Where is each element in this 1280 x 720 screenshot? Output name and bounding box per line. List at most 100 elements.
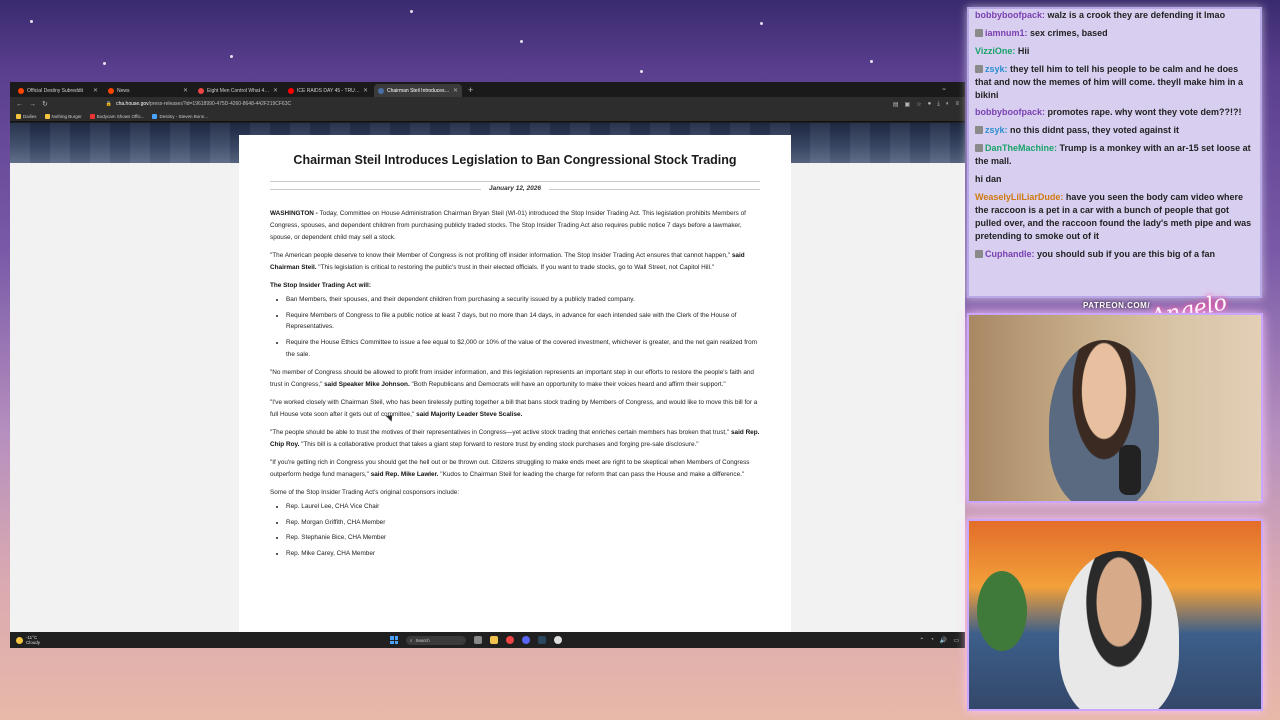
list-item: Ban Members, their spouses, and their de… (286, 294, 760, 306)
chat-username[interactable]: bobbyboofpack: (975, 107, 1045, 117)
tab-4-active[interactable]: Chairman Steil Introduces Legis✕ (374, 84, 462, 97)
chat-text: they tell him to tell his people to be c… (975, 63, 1244, 100)
chat-text: walz is a crook they are defending it lm… (1047, 10, 1226, 20)
stream-chat-panel: bobbyboofpack: walz is a crook they are … (967, 7, 1262, 298)
patreon-url: PATREON.COM/ (1083, 301, 1151, 310)
guest-person (1059, 551, 1179, 709)
chat-message: bobbyboofpack: walz is a crook they are … (975, 9, 1254, 22)
bookmark-dailies[interactable]: Dailies (16, 113, 37, 119)
list-item: Rep. Mike Carey, CHA Member (286, 548, 760, 560)
bookmarks-bar: Dailies Nothing Burger Bodycam Shows Off… (10, 111, 965, 122)
reader-icon[interactable]: ▤ (893, 101, 899, 108)
windows-start-icon[interactable] (390, 636, 398, 644)
weather-widget[interactable]: -11°C Cloudy (10, 635, 390, 645)
webcam-guest (967, 519, 1263, 711)
obs-icon[interactable] (554, 636, 562, 644)
volume-icon[interactable]: 🔊 (940, 637, 947, 644)
quote-steil: "The American people deserve to know the… (270, 251, 745, 271)
weather-icon (16, 636, 23, 644)
chevron-up-icon[interactable]: ⌃ (919, 637, 924, 644)
chat-message-list: bobbyboofpack: walz is a crook they are … (975, 9, 1254, 261)
menu-icon[interactable]: ≡ (955, 101, 959, 108)
chat-username[interactable]: zsyk: (985, 64, 1008, 74)
bookmark-star-icon[interactable]: ☆ (916, 101, 921, 108)
quote-johnson: "No member of Congress should be allowed… (270, 368, 754, 388)
quote-scalise: "I've worked closely with Chairman Steil… (270, 398, 758, 418)
house-favicon-icon (378, 87, 384, 94)
reload-icon[interactable]: ↻ (42, 100, 48, 108)
close-icon[interactable]: ✕ (363, 87, 368, 94)
chat-username[interactable]: iamnum1: (985, 28, 1028, 38)
download-icon[interactable]: ⤓ (937, 101, 940, 108)
chrome-icon[interactable] (506, 636, 514, 644)
chat-username[interactable]: WeaselyLilLiarDude: (975, 192, 1063, 202)
will-heading: The Stop Insider Trading Act will: (270, 281, 371, 289)
chat-text: sex crimes, based (1030, 27, 1108, 38)
reddit-favicon-icon (18, 87, 24, 94)
sub-badge-icon (975, 144, 983, 153)
page-icon (152, 113, 158, 119)
folder-icon (44, 113, 50, 119)
chat-text: hi dan (975, 174, 1002, 185)
extension-icon[interactable]: ● (928, 101, 932, 108)
back-arrow-icon[interactable]: ← (16, 101, 23, 108)
steam-icon[interactable] (538, 636, 546, 644)
list-item: Require Members of Congress to file a pu… (286, 310, 760, 334)
bookmark-nothing-burger[interactable]: Nothing Burger (44, 113, 82, 119)
webcam-streamer (967, 313, 1263, 503)
profile-icon[interactable]: ◐ (946, 101, 950, 108)
taskbar-search[interactable]: ⌕ Search (406, 635, 466, 645)
search-icon: ⌕ (410, 637, 413, 643)
network-icon[interactable]: ◔ (930, 637, 934, 644)
chat-message: bobbyboofpack: promotes rape. why wont t… (975, 106, 1254, 119)
screenshot-icon[interactable]: ▣ (905, 101, 911, 108)
tab-3[interactable]: ICE RAIDS DAY 45 - TRUMP TH✕ (284, 84, 372, 97)
tab-1[interactable]: News ✕ (104, 84, 192, 97)
task-view-icon[interactable] (474, 636, 482, 644)
bookmark-destiny[interactable]: Destiny - Steven Bonn... (152, 113, 208, 119)
folder-icon (16, 113, 21, 119)
microphone-icon (1119, 445, 1141, 495)
tab-0[interactable]: Official Destiny Subreddit ✕ (14, 84, 102, 97)
list-item: Rep. Morgan Griffith, CHA Member (286, 517, 760, 529)
chat-username[interactable]: zsyk: (985, 125, 1008, 135)
new-tab-icon[interactable]: + (464, 84, 477, 97)
chat-message: Cuphandle: you should sub if you are thi… (975, 248, 1254, 261)
list-item: Rep. Laurel Lee, CHA Vice Chair (286, 501, 760, 513)
discord-icon[interactable] (522, 636, 530, 644)
plant-icon (977, 571, 1027, 651)
chat-text: no this didnt pass, they voted against i… (1010, 125, 1180, 136)
page-favicon-icon (198, 87, 204, 94)
tab-2[interactable]: Eight Men Control What 40% o ✕ (194, 84, 282, 97)
file-explorer-icon[interactable] (490, 636, 498, 644)
chat-username[interactable]: VizziOne: (975, 46, 1015, 56)
paragraph-intro: WASHINGTON - Today, Committee on House A… (270, 210, 746, 241)
cosponsor-list: Rep. Laurel Lee, CHA Vice Chair Rep. Mor… (286, 501, 760, 560)
quote-roy: "The people should be able to trust the … (270, 428, 760, 448)
forward-arrow-icon[interactable]: → (29, 101, 36, 108)
chat-message: WeaselyLilLiarDude: have you seen the bo… (975, 191, 1254, 243)
tab-bar: Official Destiny Subreddit ✕ News ✕ Eight … (10, 82, 965, 97)
address-bar: ← → ↻ 🔒 cha.house.gov/press-releases?id=… (10, 97, 965, 111)
close-icon[interactable]: ✕ (273, 87, 278, 94)
close-icon[interactable]: ✕ (183, 87, 188, 94)
chat-message: DanTheMachine: Trump is a monkey with an… (975, 142, 1254, 168)
url-path: /press-releases?id=19618990-475D-4260-86… (148, 101, 292, 107)
bookmark-bodycam[interactable]: Bodycam Shows Offic... (89, 113, 144, 119)
chevron-down-icon[interactable]: ⌄ (941, 84, 947, 92)
close-icon[interactable]: ✕ (453, 87, 458, 94)
chat-message: VizziOne: Hii (975, 45, 1254, 58)
notification-icon[interactable]: ▭ (953, 637, 959, 644)
chat-text: Hii (1017, 45, 1030, 56)
chat-username[interactable]: Cuphandle: (985, 249, 1035, 259)
url-field[interactable]: 🔒 cha.house.gov/press-releases?id=196189… (54, 100, 887, 109)
sub-badge-icon (975, 64, 983, 73)
chat-username[interactable]: DanTheMachine: (985, 143, 1057, 153)
chat-text: you should sub if you are this big of a … (1037, 248, 1216, 259)
close-icon[interactable]: ✕ (93, 87, 98, 94)
sub-badge-icon (975, 28, 983, 37)
page-viewport: Chairman Steil Introduces Legislation to… (10, 123, 965, 648)
chat-username[interactable]: bobbyboofpack: (975, 10, 1045, 20)
chat-message: hi dan (975, 173, 1254, 186)
youtube-icon (89, 113, 95, 119)
